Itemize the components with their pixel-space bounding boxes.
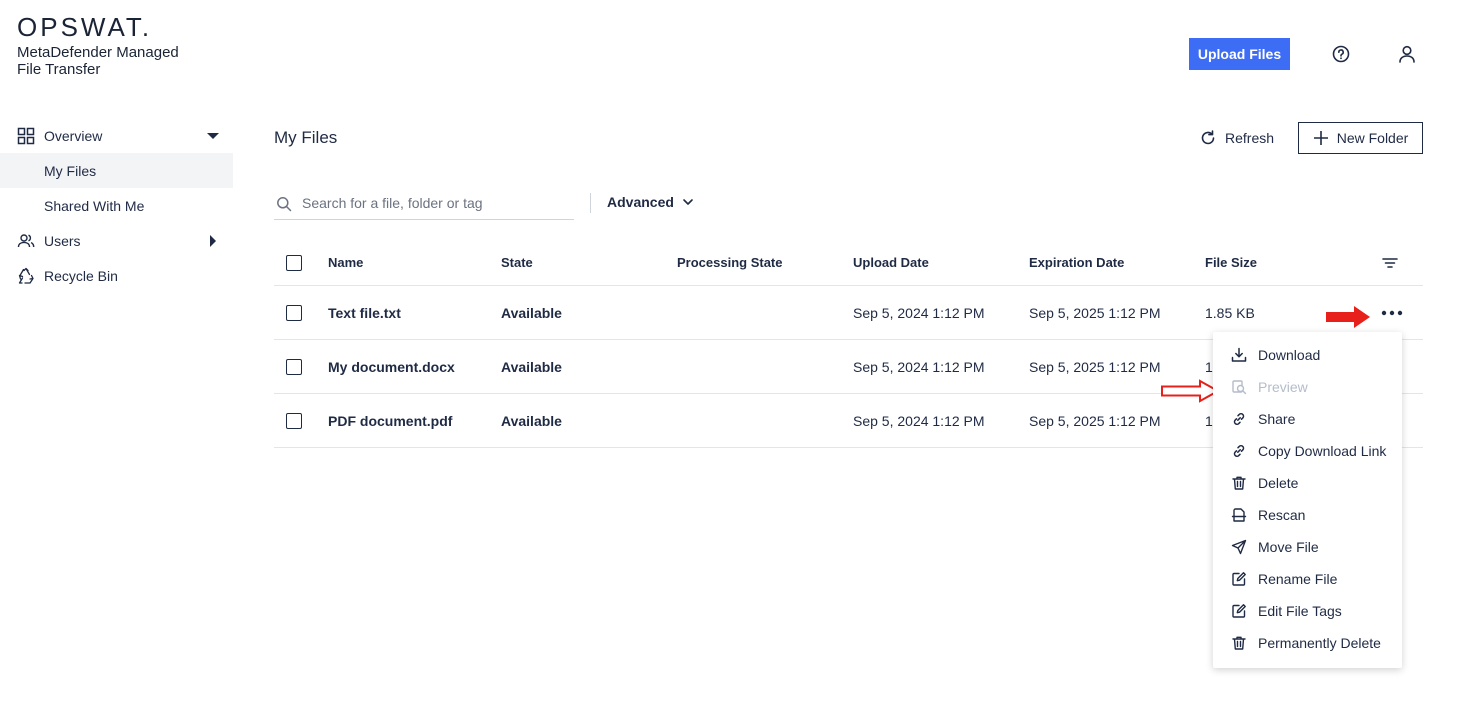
menu-item-label: Preview bbox=[1258, 379, 1308, 395]
file-state: Available bbox=[501, 358, 562, 375]
column-header-processing-state[interactable]: Processing State bbox=[677, 240, 783, 285]
file-expiration-date: Sep 5, 2025 1:12 PM bbox=[1029, 412, 1161, 429]
menu-item-label: Permanently Delete bbox=[1258, 635, 1381, 651]
menu-item-label: Share bbox=[1258, 411, 1296, 427]
column-header-upload-date[interactable]: Upload Date bbox=[853, 240, 929, 285]
column-filter-button[interactable] bbox=[1381, 240, 1399, 285]
file-state: Available bbox=[501, 412, 562, 429]
file-name[interactable]: My document.docx bbox=[328, 340, 455, 393]
more-horizontal-icon bbox=[1381, 310, 1403, 315]
column-header-file-size[interactable]: File Size bbox=[1205, 240, 1257, 285]
row-checkbox-cell bbox=[286, 286, 302, 339]
user-icon[interactable] bbox=[1396, 43, 1418, 65]
trash-icon bbox=[1232, 636, 1246, 650]
sidebar: Overview My Files Shared With Me Users R… bbox=[0, 118, 233, 293]
refresh-label: Refresh bbox=[1225, 130, 1275, 146]
menu-item-preview: Preview bbox=[1213, 371, 1402, 403]
menu-item-label: Rescan bbox=[1258, 507, 1306, 523]
edit-icon bbox=[1232, 604, 1246, 618]
divider bbox=[590, 193, 591, 213]
search-input[interactable] bbox=[302, 192, 567, 214]
row-checkbox[interactable] bbox=[286, 412, 302, 429]
menu-item-rename-file[interactable]: Rename File bbox=[1213, 563, 1402, 595]
grid-icon bbox=[17, 127, 35, 145]
file-expiration-date: Sep 5, 2025 1:12 PM bbox=[1029, 358, 1161, 375]
refresh-button[interactable]: Refresh bbox=[1199, 126, 1274, 150]
rescan-icon bbox=[1231, 508, 1247, 522]
file-upload-date: Sep 5, 2024 1:12 PM bbox=[853, 412, 985, 429]
chevron-down-icon bbox=[683, 199, 693, 205]
sidebar-item-users[interactable]: Users bbox=[0, 223, 233, 258]
sidebar-item-recycle-bin[interactable]: Recycle Bin bbox=[0, 258, 233, 293]
table-header: Name State Processing State Upload Date … bbox=[274, 240, 1423, 286]
menu-item-label: Copy Download Link bbox=[1258, 443, 1387, 459]
link-icon bbox=[1233, 444, 1245, 458]
app-name: MetaDefender Managed File Transfer bbox=[17, 44, 179, 78]
search-icon bbox=[277, 197, 292, 212]
help-circle-icon[interactable] bbox=[1330, 43, 1352, 65]
row-checkbox-cell bbox=[286, 340, 302, 393]
menu-item-label: Download bbox=[1258, 347, 1321, 363]
search-box bbox=[274, 188, 574, 220]
sidebar-item-label: Overview bbox=[44, 127, 103, 144]
menu-item-download[interactable]: Download bbox=[1213, 339, 1402, 371]
row-checkbox[interactable] bbox=[286, 304, 302, 321]
menu-item-label: Rename File bbox=[1258, 571, 1338, 587]
menu-item-permanently-delete[interactable]: Permanently Delete bbox=[1213, 627, 1402, 659]
logo-text: OPSWAT. bbox=[17, 12, 153, 42]
caret-right-icon[interactable] bbox=[207, 235, 219, 247]
advanced-filter-toggle[interactable]: Advanced bbox=[607, 194, 694, 210]
column-header-expiration-date[interactable]: Expiration Date bbox=[1029, 240, 1124, 285]
download-icon bbox=[1231, 347, 1247, 362]
menu-item-move-file[interactable]: Move File bbox=[1213, 531, 1402, 563]
file-name[interactable]: Text file.txt bbox=[328, 286, 401, 339]
page-title: My Files bbox=[274, 128, 338, 147]
trash-icon bbox=[1232, 476, 1246, 490]
menu-item-delete[interactable]: Delete bbox=[1213, 467, 1402, 499]
filter-icon bbox=[1382, 257, 1398, 268]
file-expiration-date: Sep 5, 2025 1:12 PM bbox=[1029, 304, 1161, 321]
advanced-label: Advanced bbox=[607, 194, 674, 210]
column-header-state[interactable]: State bbox=[501, 240, 533, 285]
row-actions-menu: Download Preview Share Copy Download Lin… bbox=[1213, 332, 1402, 668]
file-upload-date: Sep 5, 2024 1:12 PM bbox=[853, 304, 985, 321]
file-upload-date: Sep 5, 2024 1:12 PM bbox=[853, 358, 985, 375]
menu-item-rescan[interactable]: Rescan bbox=[1213, 499, 1402, 531]
sidebar-item-overview[interactable]: Overview bbox=[0, 118, 233, 153]
menu-item-share[interactable]: Share bbox=[1213, 403, 1402, 435]
caret-down-icon[interactable] bbox=[207, 130, 219, 142]
sidebar-item-my-files[interactable]: My Files bbox=[0, 153, 233, 188]
recycle-icon bbox=[18, 267, 34, 284]
sidebar-item-label: Shared With Me bbox=[44, 197, 145, 214]
logo: OPSWAT. MetaDefender Managed File Transf… bbox=[17, 14, 197, 78]
menu-item-label: Delete bbox=[1258, 475, 1299, 491]
menu-item-label: Edit File Tags bbox=[1258, 603, 1342, 619]
send-icon bbox=[1231, 539, 1247, 555]
menu-item-label: Move File bbox=[1258, 539, 1319, 555]
plus-icon bbox=[1313, 131, 1328, 145]
row-checkbox-cell bbox=[286, 394, 302, 447]
red-arrow-icon bbox=[1326, 306, 1370, 328]
users-icon bbox=[17, 234, 35, 248]
row-checkbox[interactable] bbox=[286, 358, 302, 375]
sidebar-item-label: My Files bbox=[44, 162, 97, 179]
column-header-name[interactable]: Name bbox=[328, 240, 363, 285]
sidebar-item-label: Recycle Bin bbox=[44, 267, 118, 284]
menu-item-copy-download-link[interactable]: Copy Download Link bbox=[1213, 435, 1402, 467]
file-state: Available bbox=[501, 304, 562, 321]
sidebar-item-label: Users bbox=[44, 232, 81, 249]
select-all-checkbox[interactable] bbox=[286, 254, 302, 271]
file-name[interactable]: PDF document.pdf bbox=[328, 394, 452, 447]
upload-files-button[interactable]: Upload Files bbox=[1189, 38, 1290, 70]
link-icon bbox=[1233, 412, 1245, 426]
refresh-icon bbox=[1201, 130, 1215, 145]
preview-icon bbox=[1232, 380, 1247, 395]
edit-icon bbox=[1232, 572, 1246, 586]
sidebar-item-shared-with-me[interactable]: Shared With Me bbox=[0, 188, 233, 223]
menu-item-edit-file-tags[interactable]: Edit File Tags bbox=[1213, 595, 1402, 627]
select-all-checkbox-cell bbox=[286, 240, 302, 285]
new-folder-label: New Folder bbox=[1336, 130, 1409, 146]
new-folder-button[interactable]: New Folder bbox=[1298, 122, 1423, 154]
